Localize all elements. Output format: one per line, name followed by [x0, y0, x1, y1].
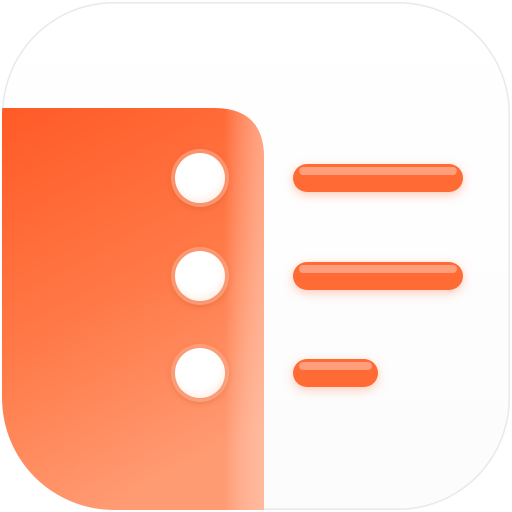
list-icon	[2, 108, 463, 510]
bullet-point	[175, 348, 225, 398]
app-icon[interactable]	[2, 2, 510, 510]
bullet-point	[175, 153, 225, 203]
icon-canvas	[0, 0, 512, 512]
bullet-points	[171, 149, 229, 402]
list-lines	[293, 164, 463, 387]
bullet-point	[175, 251, 225, 301]
